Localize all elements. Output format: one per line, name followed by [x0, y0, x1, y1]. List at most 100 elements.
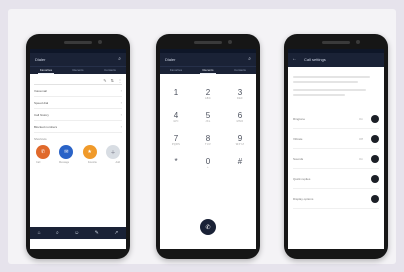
- app-bar: ← Call settings: [288, 53, 384, 67]
- dial-key-9[interactable]: 9 WXYZ: [228, 134, 252, 157]
- dial-key-8[interactable]: 8 TUV: [196, 134, 220, 157]
- search-icon[interactable]: ⌕: [248, 56, 251, 62]
- settings-label: Display options: [293, 196, 314, 201]
- toolbar: ✎ ⇅ ⋮: [34, 76, 122, 85]
- call-shortcut-icon[interactable]: ✆: [36, 145, 50, 159]
- screen-dialpad: Dialer ⌕ Favorites Recents Contacts 1 2A…: [160, 49, 256, 249]
- toggle-knob[interactable]: [371, 114, 379, 123]
- tab-contacts[interactable]: Contacts: [94, 67, 126, 74]
- shortcut-label: Call: [36, 161, 41, 164]
- home-icon[interactable]: ⌂: [38, 230, 41, 236]
- list-item-label: Voicemail: [34, 88, 47, 93]
- key-digit: #: [237, 157, 243, 166]
- dial-key-4[interactable]: 4 GHI: [164, 111, 188, 134]
- speaker-grille: [194, 41, 222, 44]
- shortcut-row: ✆ ✉ ★ ＋: [34, 145, 122, 159]
- settings-row[interactable]: Sounds On: [293, 149, 379, 169]
- settings-label: Vibrate: [293, 136, 303, 141]
- dial-key-0[interactable]: 0 +: [196, 157, 220, 180]
- list-item[interactable]: Voicemail ›: [34, 85, 122, 97]
- key-digit: 6: [237, 111, 243, 120]
- key-digit: 4: [173, 111, 179, 120]
- settings-label: Sounds: [293, 156, 304, 161]
- settings-row[interactable]: Quick replies: [293, 169, 379, 189]
- settings-value: Off: [359, 136, 363, 141]
- search-icon[interactable]: ⌕: [56, 230, 59, 236]
- dial-key-star[interactable]: *: [164, 157, 188, 180]
- list-item-label: Call history: [34, 112, 49, 117]
- phone-home: Dialer ⌕ Favorites Recents Contacts ✎ ⇅ …: [26, 34, 130, 259]
- key-digit: 3: [237, 88, 243, 97]
- app-title: Dialer: [35, 57, 46, 62]
- app-bar: Dialer ⌕: [30, 53, 126, 66]
- chevron-right-icon: ›: [120, 88, 122, 93]
- phone-settings: ← Call settings Ringtone On Vibrate Off: [284, 34, 388, 259]
- key-digit: 8: [205, 134, 211, 143]
- dial-key-6[interactable]: 6 MNO: [228, 111, 252, 134]
- section-label: Shortcuts: [34, 137, 47, 141]
- chevron-right-icon: ›: [120, 124, 122, 129]
- dial-key-2[interactable]: 2 ABC: [196, 88, 220, 111]
- showcase-panel: Dialer ⌕ Favorites Recents Contacts ✎ ⇅ …: [8, 9, 396, 264]
- list-item[interactable]: Blocked numbers ›: [34, 121, 122, 133]
- key-letters: WXYZ: [235, 143, 245, 146]
- edit-icon[interactable]: ✎: [95, 230, 99, 236]
- call-button[interactable]: ✆: [200, 219, 216, 235]
- settings-row[interactable]: Ringtone On: [293, 109, 379, 129]
- back-arrow-icon[interactable]: ←: [292, 56, 297, 62]
- description-line: [293, 89, 367, 91]
- front-camera: [356, 40, 360, 44]
- contacts-icon[interactable]: ☺: [74, 230, 79, 236]
- settings-label: Ringtone: [293, 116, 306, 121]
- add-shortcut-icon[interactable]: ＋: [105, 145, 120, 159]
- key-letters: TUV: [205, 143, 211, 146]
- edit-icon[interactable]: ✎: [103, 78, 106, 83]
- tab-contacts[interactable]: Contacts: [224, 67, 256, 74]
- app-title: Dialer: [165, 57, 176, 62]
- phone-dialpad: Dialer ⌕ Favorites Recents Contacts 1 2A…: [156, 34, 260, 259]
- list-item-label: Speed dial: [34, 100, 49, 105]
- key-digit: *: [174, 157, 178, 166]
- key-digit: 7: [173, 134, 179, 143]
- list-item[interactable]: Call history ›: [34, 109, 122, 121]
- key-digit: 5: [205, 111, 211, 120]
- settings-row[interactable]: Display options: [293, 189, 379, 209]
- search-icon[interactable]: ⌕: [118, 56, 121, 62]
- tab-recents[interactable]: Recents: [62, 67, 94, 74]
- dial-key-7[interactable]: 7 PQRS: [164, 134, 188, 157]
- toggle-knob[interactable]: [371, 134, 379, 143]
- dial-key-3[interactable]: 3 DEF: [228, 88, 252, 111]
- settings-label: Quick replies: [293, 176, 311, 181]
- key-letters: DEF: [237, 97, 243, 100]
- dial-key-5[interactable]: 5 JKL: [196, 111, 220, 134]
- tab-recents[interactable]: Recents: [192, 67, 224, 74]
- list-item[interactable]: Speed dial ›: [34, 97, 122, 109]
- sort-icon[interactable]: ⇅: [111, 78, 114, 83]
- message-shortcut-icon[interactable]: ✉: [59, 145, 74, 159]
- shortcut-label: Message: [58, 161, 70, 164]
- settings-value: On: [358, 116, 363, 121]
- favorite-shortcut-icon[interactable]: ★: [82, 145, 97, 159]
- dialpad: 1 2 ABC 3 DEF 4 GHI 5 JKL 6 MNO 7 PQRS 8 TUV 9W…: [160, 74, 256, 180]
- key-digit: 1: [173, 88, 179, 97]
- key-digit: 2: [205, 88, 211, 97]
- front-camera: [98, 40, 102, 44]
- chevron-right-icon: ›: [120, 112, 122, 117]
- toggle-knob[interactable]: [371, 154, 379, 163]
- key-digit: 9: [237, 134, 243, 143]
- tab-favorites[interactable]: Favorites: [30, 67, 62, 74]
- toggle-knob[interactable]: [371, 194, 379, 203]
- toggle-knob[interactable]: [371, 174, 379, 183]
- dial-key-1[interactable]: 1: [164, 88, 188, 111]
- screen-home: Dialer ⌕ Favorites Recents Contacts ✎ ⇅ …: [30, 49, 126, 249]
- tab-bar: Favorites Recents Contacts: [30, 66, 126, 74]
- speaker-grille: [322, 41, 350, 44]
- tab-favorites[interactable]: Favorites: [160, 67, 192, 74]
- more-icon[interactable]: ⋮: [118, 78, 122, 83]
- settings-value: On: [358, 156, 363, 161]
- settings-row[interactable]: Vibrate Off: [293, 129, 379, 149]
- dial-key-hash[interactable]: #: [228, 157, 252, 180]
- share-icon[interactable]: ↗: [114, 230, 118, 236]
- front-camera: [228, 40, 232, 44]
- phone-icon: ✆: [205, 224, 211, 231]
